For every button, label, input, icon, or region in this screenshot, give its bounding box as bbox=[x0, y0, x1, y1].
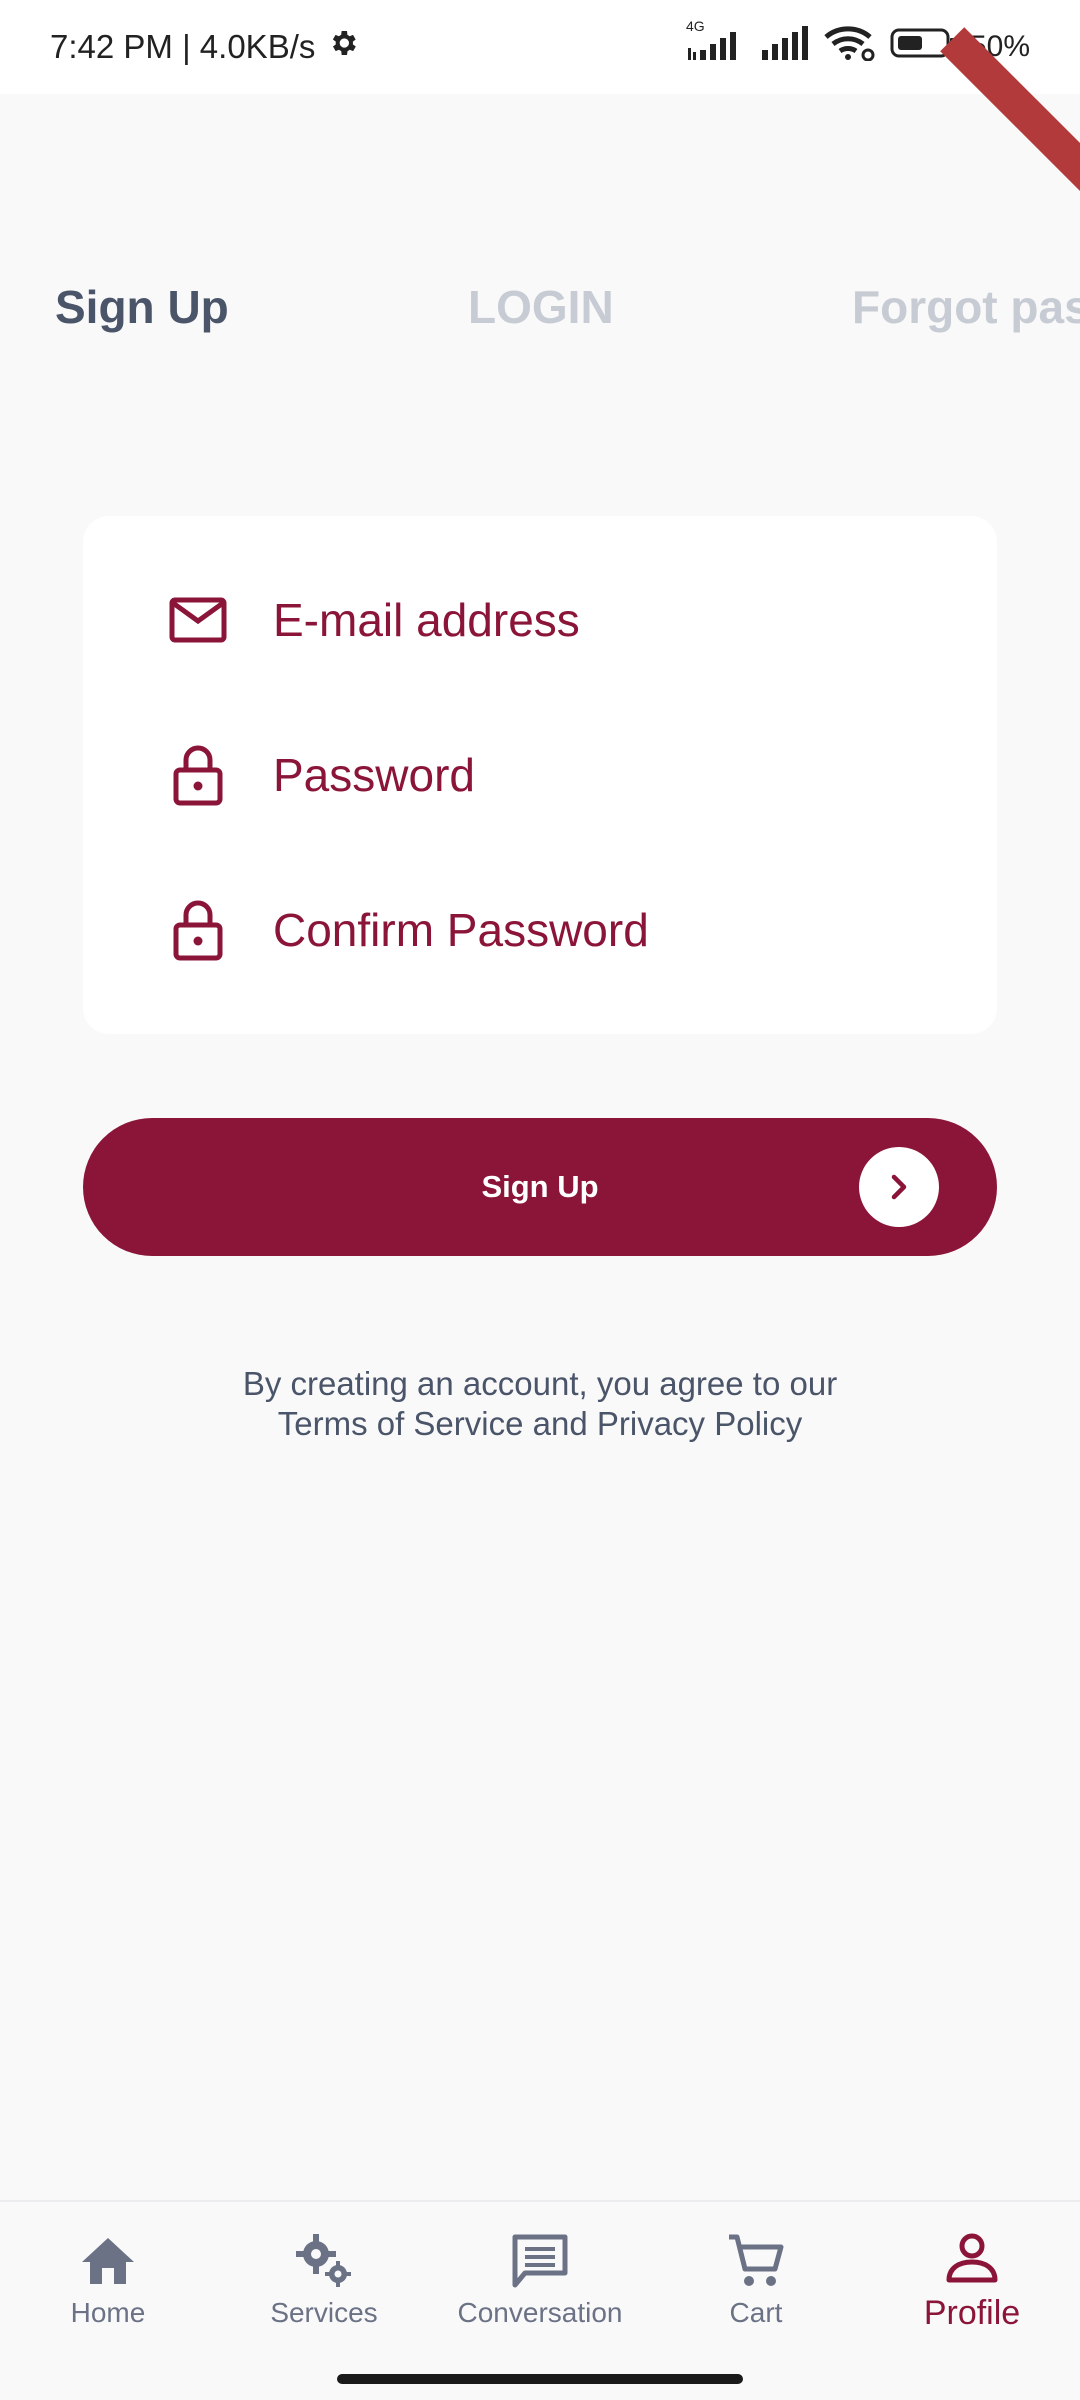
status-bar: 7:42 PM | 4.0KB/s 4G 50% bbox=[0, 0, 1080, 94]
nav-cart-label: Cart bbox=[729, 2297, 783, 2328]
terms-text: By creating an account, you agree to our… bbox=[0, 1364, 1080, 1444]
settings-icon bbox=[327, 27, 359, 67]
password-field[interactable] bbox=[271, 747, 875, 803]
password-field-row bbox=[83, 715, 997, 835]
wifi-icon bbox=[824, 25, 876, 69]
nav-conversation-label: Conversation bbox=[457, 2297, 623, 2328]
terms-line-1: By creating an account, you agree to our bbox=[242, 1365, 838, 1402]
nav-services[interactable]: Services bbox=[216, 2202, 432, 2358]
email-field[interactable] bbox=[271, 592, 875, 648]
terms-link[interactable]: Terms of Service and Privacy Policy bbox=[0, 1404, 1080, 1444]
nav-profile[interactable]: Profile bbox=[864, 2202, 1080, 2358]
nav-cart[interactable]: Cart bbox=[648, 2202, 864, 2358]
cart-icon bbox=[726, 2231, 786, 2291]
confirm-password-field-row bbox=[83, 870, 997, 990]
nav-services-label: Services bbox=[270, 2297, 378, 2328]
signal-icon bbox=[760, 26, 810, 68]
signal-4g-icon: 4G bbox=[684, 18, 746, 68]
email-field-row bbox=[83, 560, 997, 680]
home-icon bbox=[78, 2231, 138, 2291]
chevron-right-icon bbox=[859, 1147, 939, 1227]
home-indicator bbox=[337, 2374, 743, 2384]
bottom-navigation: Home Services Conversation Cart Profile bbox=[0, 2200, 1080, 2358]
chat-icon bbox=[510, 2231, 570, 2291]
confirm-password-field[interactable] bbox=[271, 902, 875, 958]
auth-tabs: Sign Up LOGIN Forgot pas bbox=[0, 280, 1080, 340]
nav-home-label: Home bbox=[70, 2297, 146, 2328]
gears-icon bbox=[294, 2231, 354, 2291]
lock-icon bbox=[167, 899, 229, 961]
nav-conversation[interactable]: Conversation bbox=[432, 2202, 648, 2358]
sign-up-button[interactable]: Sign Up bbox=[83, 1118, 997, 1256]
mail-icon bbox=[167, 589, 229, 651]
status-left: 7:42 PM | 4.0KB/s bbox=[50, 27, 359, 67]
lock-icon bbox=[167, 744, 229, 806]
signup-form-card bbox=[83, 516, 997, 1034]
time-speed: 7:42 PM | 4.0KB/s bbox=[50, 28, 316, 65]
nav-home[interactable]: Home bbox=[0, 2202, 216, 2358]
tab-forgot-password[interactable]: Forgot pas bbox=[852, 280, 1080, 334]
nav-profile-label: Profile bbox=[923, 2293, 1021, 2332]
tab-login[interactable]: LOGIN bbox=[468, 280, 614, 334]
tab-sign-up[interactable]: Sign Up bbox=[55, 280, 229, 334]
person-icon bbox=[942, 2228, 1002, 2288]
